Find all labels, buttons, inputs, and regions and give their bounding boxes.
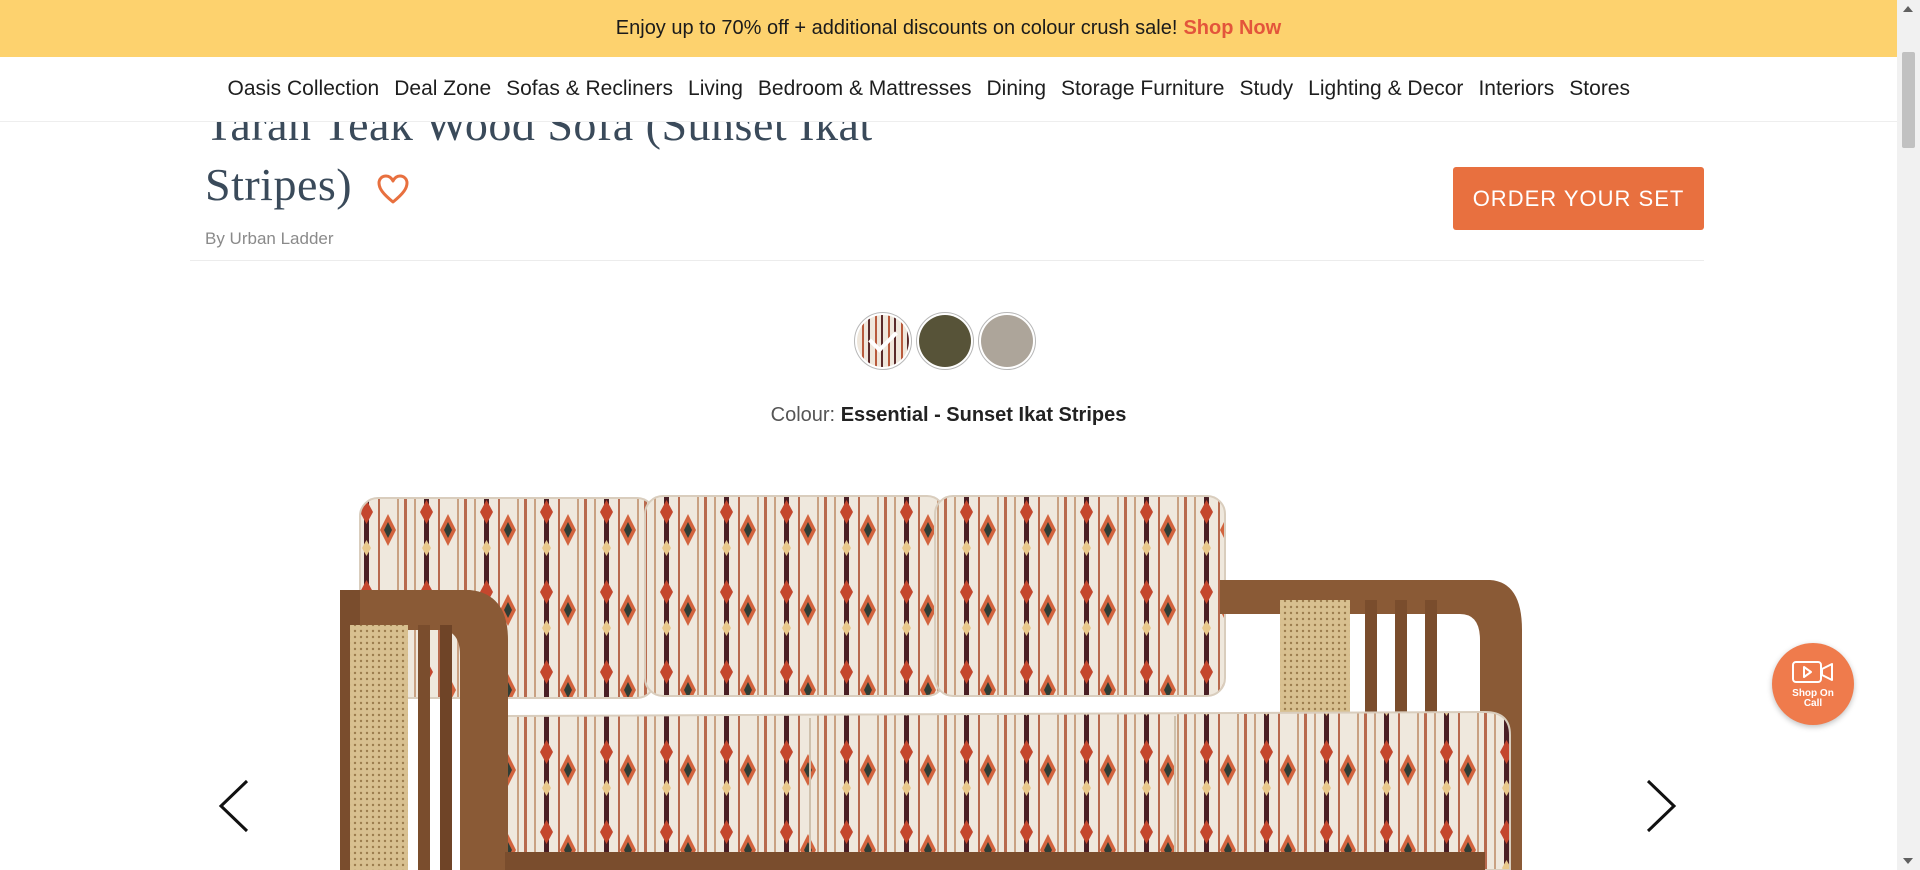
colour-swatches [854,312,1036,370]
heart-icon[interactable] [376,173,410,205]
product-title-text: Taran Teak Wood Sofa (Sunset Ikat Stripe… [205,121,873,210]
swatch-grey-fill [981,315,1033,367]
check-icon [868,322,898,353]
nav-item-study[interactable]: Study [1232,77,1301,101]
swatch-sunset-ikat-stripes[interactable] [854,312,912,370]
colour-value: Essential - Sunset Ikat Stripes [840,404,1127,426]
product-title: Taran Teak Wood Sofa (Sunset Ikat Stripe… [205,121,985,215]
nav-item-sofas-recliners[interactable]: Sofas & Recliners [499,77,681,101]
swatch-olive-fill [919,315,971,367]
brand-name: By Urban Ladder [205,229,334,248]
divider [190,260,1704,261]
shop-now-link[interactable]: Shop Now [1183,17,1281,40]
swatch-grey[interactable] [978,312,1036,370]
promo-banner: Enjoy up to 70% off + additional discoun… [0,0,1897,57]
colour-label: Colour: [770,404,836,426]
shop-on-call-label: Shop On Call [1792,688,1834,709]
scroll-down-icon[interactable] [1903,858,1913,864]
product-image [340,495,1522,870]
chevron-right-icon[interactable] [1640,777,1680,835]
nav-item-deal-zone[interactable]: Deal Zone [387,77,499,101]
scroll-up-icon[interactable] [1903,6,1913,12]
swatch-olive[interactable] [916,312,974,370]
promo-text: Enjoy up to 70% off + additional discoun… [615,17,1178,39]
page-scrollbar[interactable] [1897,0,1920,870]
colour-label-line: Colour: Essential - Sunset Ikat Stripes [0,404,1897,427]
chevron-left-icon[interactable] [215,777,255,835]
nav-item-oasis-collection[interactable]: Oasis Collection [220,77,387,101]
main-nav: Oasis Collection Deal Zone Sofas & Recli… [0,57,1897,122]
nav-item-lighting-decor[interactable]: Lighting & Decor [1301,77,1471,101]
video-call-icon [1792,661,1833,683]
swatch-ikat-fill [857,315,909,367]
nav-item-stores[interactable]: Stores [1562,77,1638,101]
nav-item-storage-furniture[interactable]: Storage Furniture [1054,77,1232,101]
nav-item-living[interactable]: Living [681,77,751,101]
shop-on-call-button[interactable]: Shop On Call [1772,643,1854,725]
nav-item-bedroom-mattresses[interactable]: Bedroom & Mattresses [750,77,979,101]
scroll-thumb[interactable] [1902,52,1915,148]
product-header: Taran Teak Wood Sofa (Sunset Ikat Stripe… [0,121,1897,261]
order-your-set-button[interactable]: ORDER YOUR SET [1453,167,1704,230]
nav-item-interiors[interactable]: Interiors [1471,77,1562,101]
nav-item-dining[interactable]: Dining [979,77,1054,101]
